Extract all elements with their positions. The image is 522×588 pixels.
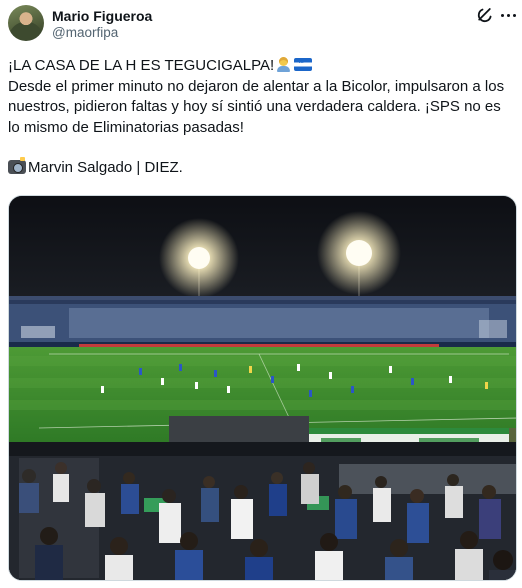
honduras-flag-emoji bbox=[294, 58, 313, 71]
near-crowd bbox=[9, 442, 516, 580]
camera-flash-emoji bbox=[8, 157, 26, 174]
author-avatar[interactable] bbox=[8, 5, 44, 41]
tweet-line-1: ¡LA CASA DE LA H ES TEGUCIGALPA! bbox=[8, 57, 275, 74]
photo-credit: Marvin Salgado | DIEZ. bbox=[28, 159, 183, 176]
author-name[interactable]: Mario Figueroa bbox=[52, 8, 152, 24]
grok-icon[interactable] bbox=[476, 6, 494, 24]
tweet-card: Mario Figueroa @maorfipa ¡LA CASA DE LA … bbox=[0, 0, 522, 588]
tweet-line-2: Desde el primer minuto no dejaron de ale… bbox=[8, 77, 509, 136]
pitch bbox=[9, 347, 516, 442]
tweet-text: ¡LA CASA DE LA H ES TEGUCIGALPA! Desde e… bbox=[8, 56, 514, 179]
tweet-photo[interactable] bbox=[8, 195, 517, 581]
person-emoji bbox=[276, 57, 291, 72]
author-handle[interactable]: @maorfipa bbox=[52, 25, 118, 40]
more-options-icon[interactable] bbox=[498, 6, 518, 24]
far-stands bbox=[9, 296, 516, 347]
stadium-photo bbox=[9, 196, 516, 580]
